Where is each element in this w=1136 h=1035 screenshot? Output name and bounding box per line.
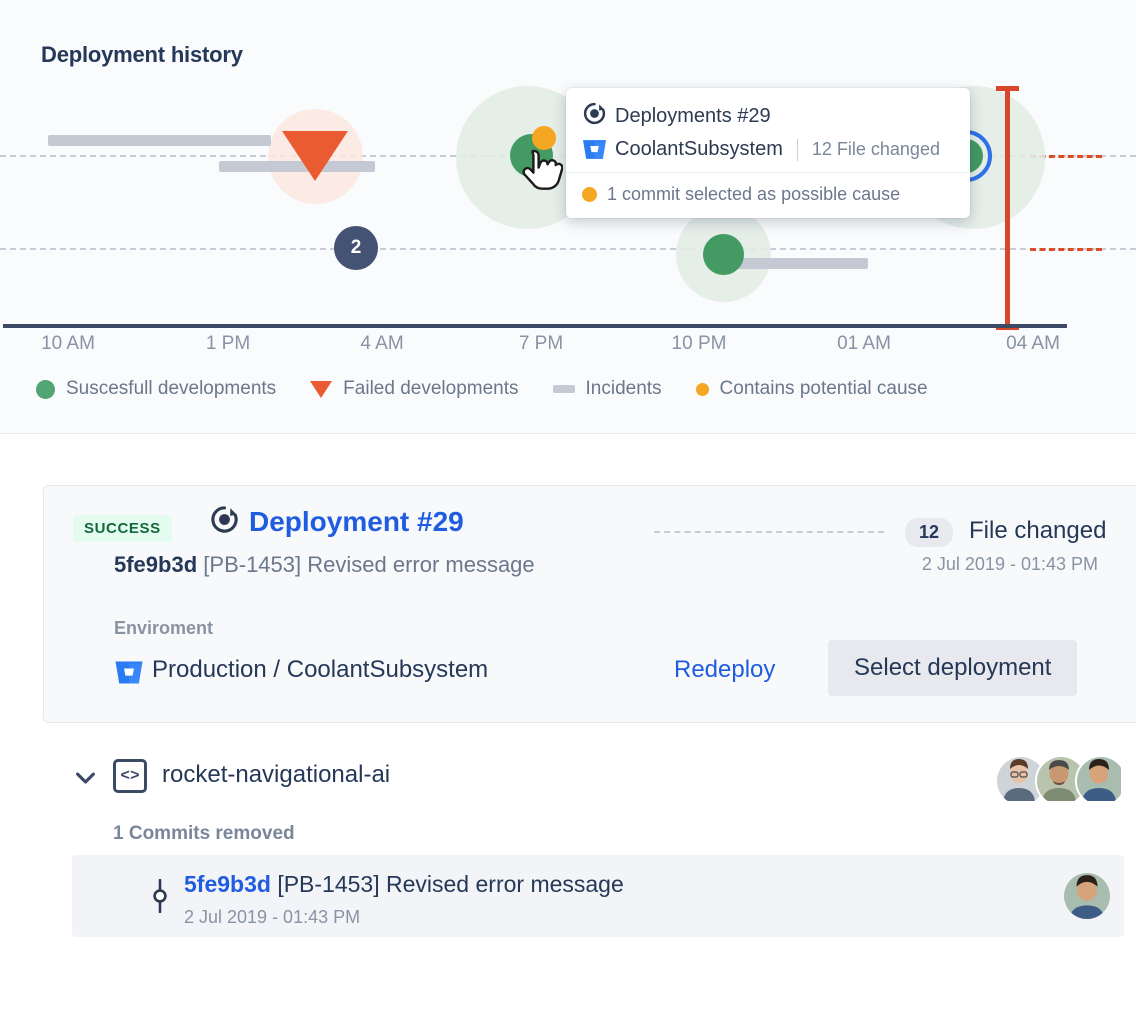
commit-sha[interactable]: 5fe9b3d xyxy=(184,871,271,897)
orange-dot-icon xyxy=(696,383,709,396)
deployments-icon xyxy=(582,101,607,131)
commits-removed-label: 1 Commits removed xyxy=(113,823,295,845)
commit-node-icon xyxy=(150,879,170,918)
potential-cause-badge xyxy=(532,126,556,150)
redeploy-button[interactable]: Redeploy xyxy=(674,656,775,684)
chevron-down-icon[interactable] xyxy=(72,764,99,796)
tooltip-title-row: Deployments #29 xyxy=(582,101,954,131)
green-circle-icon xyxy=(36,380,55,399)
bitbucket-bucket-icon xyxy=(582,138,607,161)
x-tick-label: 10 PM xyxy=(672,333,727,355)
repository-section: <> rocket-navigational-ai xyxy=(43,745,1136,809)
mouse-cursor-icon xyxy=(521,148,563,203)
repository-contributors xyxy=(995,755,1127,807)
deployment-title-link[interactable]: Deployment #29 xyxy=(209,504,464,540)
deployment-card-header: SUCCESS Deployment #29 12 File changed 5… xyxy=(44,486,1136,604)
deployment-date: 2 Jul 2019 - 01:43 PM xyxy=(922,554,1098,575)
bitbucket-bucket-icon xyxy=(114,659,139,682)
select-deployment-button[interactable]: Select deployment xyxy=(828,640,1077,696)
orange-dot-icon xyxy=(582,187,597,202)
deployments-icon xyxy=(209,504,240,540)
repository-header: <> rocket-navigational-ai xyxy=(43,745,1136,809)
x-tick-label: 10 AM xyxy=(41,333,95,355)
tooltip-cause-text: 1 commit selected as possible cause xyxy=(607,184,900,205)
red-triangle-icon xyxy=(310,381,332,398)
gridline-row-2-alert xyxy=(1030,248,1102,251)
legend-label: Incidents xyxy=(586,378,662,400)
environment-label: Enviroment xyxy=(114,618,213,639)
legend-label: Contains potential cause xyxy=(720,378,928,400)
failed-deployment-marker[interactable] xyxy=(282,131,348,181)
tooltip-environment: CoolantSubsystem xyxy=(615,138,783,161)
x-tick-label: 01 AM xyxy=(837,333,891,355)
deployment-environment-section: Enviroment Production / CoolantSubsystem… xyxy=(44,604,1136,722)
x-tick-label: 04 AM xyxy=(1006,333,1060,355)
tooltip-env-row: CoolantSubsystem 12 File changed xyxy=(582,138,954,161)
legend-label: Suscesfull developments xyxy=(66,378,276,400)
divider xyxy=(797,139,798,161)
x-axis-line xyxy=(3,324,1067,328)
count-badge-value: 2 xyxy=(351,237,362,259)
grey-bar-icon xyxy=(553,385,575,393)
legend-label: Failed developments xyxy=(343,378,518,400)
now-marker-line xyxy=(1005,88,1010,330)
incident-bar[interactable] xyxy=(48,135,271,146)
commit-sha[interactable]: 5fe9b3d xyxy=(114,552,197,577)
gridline-row-2 xyxy=(0,248,1136,250)
page-title: Deployment history xyxy=(41,42,243,68)
tooltip-cause-row: 1 commit selected as possible cause xyxy=(566,172,970,218)
environment-value-row: Production / CoolantSubsystem xyxy=(114,656,488,684)
x-tick-label: 4 AM xyxy=(360,333,403,355)
deployment-commit-line: 5fe9b3d [PB-1453] Revised error message xyxy=(114,552,535,578)
legend-item-potential-cause[interactable]: Contains potential cause xyxy=(696,378,928,400)
code-brackets-icon: <> xyxy=(113,759,147,793)
tooltip-top-section: Deployments #29 CoolantSubsystem 12 File… xyxy=(566,88,970,172)
status-badge: 2 xyxy=(334,226,378,270)
divider xyxy=(654,531,884,533)
deployment-tooltip: Deployments #29 CoolantSubsystem 12 File… xyxy=(566,88,970,218)
commit-message: [PB-1453] Revised error message xyxy=(203,552,534,577)
commit-list-item[interactable]: 5fe9b3d [PB-1453] Revised error message … xyxy=(72,855,1124,937)
x-tick-label: 7 PM xyxy=(519,333,563,355)
legend-item-failed[interactable]: Failed developments xyxy=(310,378,518,400)
x-tick-label: 1 PM xyxy=(206,333,250,355)
legend-item-success[interactable]: Suscesfull developments xyxy=(36,378,276,400)
commit-title: 5fe9b3d [PB-1453] Revised error message xyxy=(184,871,624,898)
files-changed-count: 12 xyxy=(905,518,953,547)
x-axis-tick-labels: 10 AM 1 PM 4 AM 7 PM 10 PM 01 AM 04 AM xyxy=(0,333,1136,363)
commit-date: 2 Jul 2019 - 01:43 PM xyxy=(184,907,360,928)
deployment-detail-card: SUCCESS Deployment #29 12 File changed 5… xyxy=(43,485,1136,723)
avatar[interactable] xyxy=(1075,755,1127,807)
success-deployment-marker[interactable] xyxy=(703,234,744,275)
tooltip-files-changed: 12 File changed xyxy=(812,139,940,160)
tooltip-title: Deployments #29 xyxy=(615,105,771,128)
files-changed-label: File changed xyxy=(969,517,1106,545)
incident-bar[interactable] xyxy=(722,258,868,269)
now-marker-cap-top xyxy=(996,86,1019,91)
commit-message: [PB-1453] Revised error message xyxy=(277,871,623,897)
environment-value: Production / CoolantSubsystem xyxy=(152,656,488,684)
deployment-title: Deployment #29 xyxy=(249,506,464,538)
avatar[interactable] xyxy=(1064,873,1110,919)
chart-legend: Suscesfull developments Failed developme… xyxy=(36,378,962,400)
repository-name[interactable]: rocket-navigational-ai xyxy=(162,761,390,789)
status-badge: SUCCESS xyxy=(73,515,172,542)
legend-item-incidents[interactable]: Incidents xyxy=(553,378,662,400)
